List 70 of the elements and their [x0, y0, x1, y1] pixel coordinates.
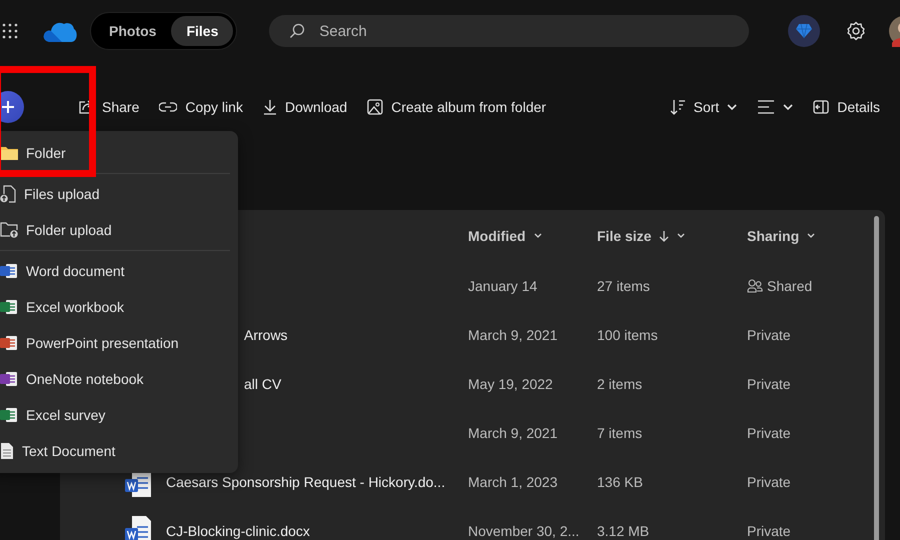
menu-item[interactable]: Text Document: [0, 433, 238, 469]
new-button[interactable]: [0, 91, 24, 123]
office-excel-icon: [0, 407, 18, 423]
chevron-icon: [677, 232, 686, 238]
search-icon: [289, 23, 306, 39]
panel-icon: [813, 100, 830, 114]
modified-date: May 19, 2022: [467, 376, 554, 392]
sharing-status: Private: [747, 474, 791, 490]
details-button[interactable]: Details: [813, 95, 880, 119]
toolbar-button[interactable]: Copy link: [159, 95, 243, 119]
sharing-status: Private: [747, 522, 791, 538]
office-onenote-icon: [0, 371, 18, 387]
office-excel-icon: [0, 299, 18, 315]
file-size: 3.12 MB: [596, 522, 650, 538]
search-input[interactable]: Search: [317, 22, 730, 40]
menu-item[interactable]: Folder upload: [0, 212, 238, 248]
scrollbar[interactable]: [874, 216, 879, 540]
search-field[interactable]: Search: [269, 15, 750, 47]
diamond-icon: [795, 23, 813, 39]
file-size: 100 items: [596, 326, 659, 342]
sharing-status: Private: [747, 376, 791, 392]
file-size: 136 KB: [596, 474, 644, 490]
menu-item[interactable]: Excel survey: [0, 397, 238, 433]
chevron-icon: [783, 103, 794, 111]
sort-icon: [670, 99, 686, 115]
view-tab[interactable]: Photos: [94, 16, 172, 46]
file-name[interactable]: Arrows: [244, 326, 288, 342]
word-file-icon: [124, 514, 152, 540]
column-header[interactable]: File size: [587, 226, 737, 244]
chevron-icon: [727, 103, 738, 111]
toolbar-button[interactable]: Share: [78, 95, 140, 119]
sharing-status: Private: [747, 424, 791, 440]
chevron-icon: [534, 232, 542, 238]
sharing-status: Private: [747, 326, 791, 342]
link-icon: [159, 101, 178, 113]
menu-item[interactable]: Word document: [0, 253, 238, 289]
download-icon: [262, 99, 277, 115]
image-icon: [367, 99, 384, 115]
app-launcher-icon[interactable]: [2, 23, 18, 39]
office-word-icon: [0, 263, 18, 279]
file-name[interactable]: Caesars Sponsorship Request - Hickory.do...: [166, 474, 446, 490]
file-size: 7 items: [596, 424, 644, 440]
modified-date: January 14: [467, 278, 538, 294]
file-name[interactable]: CJ-Blocking-clinic.docx: [166, 522, 310, 538]
modified-date: March 1, 2023: [467, 474, 558, 490]
toolbar-button[interactable]: Download: [262, 95, 348, 119]
menu-item[interactable]: Excel workbook: [0, 289, 238, 325]
column-header[interactable]: Modified: [458, 226, 587, 244]
modified-date: March 9, 2021: [467, 326, 558, 342]
menu-item[interactable]: OneNote notebook: [0, 361, 238, 397]
folder-icon: [0, 146, 18, 160]
sharing-status: Shared: [767, 278, 812, 294]
modified-date: March 9, 2021: [467, 424, 558, 440]
file-name[interactable]: all CV: [244, 376, 282, 392]
document-icon: [0, 442, 14, 460]
settings-icon[interactable]: [846, 21, 866, 41]
menu-item[interactable]: PowerPoint presentation: [0, 325, 238, 361]
office-powerpoint-icon: [0, 335, 18, 351]
modified-date: November 30, 2...: [467, 522, 580, 538]
file-size: 2 items: [596, 376, 644, 392]
sort-button[interactable]: Sort: [670, 95, 738, 119]
file-size: 27 items: [596, 278, 651, 294]
chevron-icon: [807, 232, 816, 238]
toolbar-button[interactable]: Create album from folder: [367, 95, 546, 119]
menu-item[interactable]: Folder: [0, 135, 238, 171]
lines-icon: [757, 100, 776, 114]
menu-item[interactable]: Files upload: [0, 176, 238, 212]
premium-button[interactable]: [788, 15, 820, 47]
view-tab[interactable]: Files: [171, 16, 234, 46]
plus-icon: [1, 100, 15, 114]
